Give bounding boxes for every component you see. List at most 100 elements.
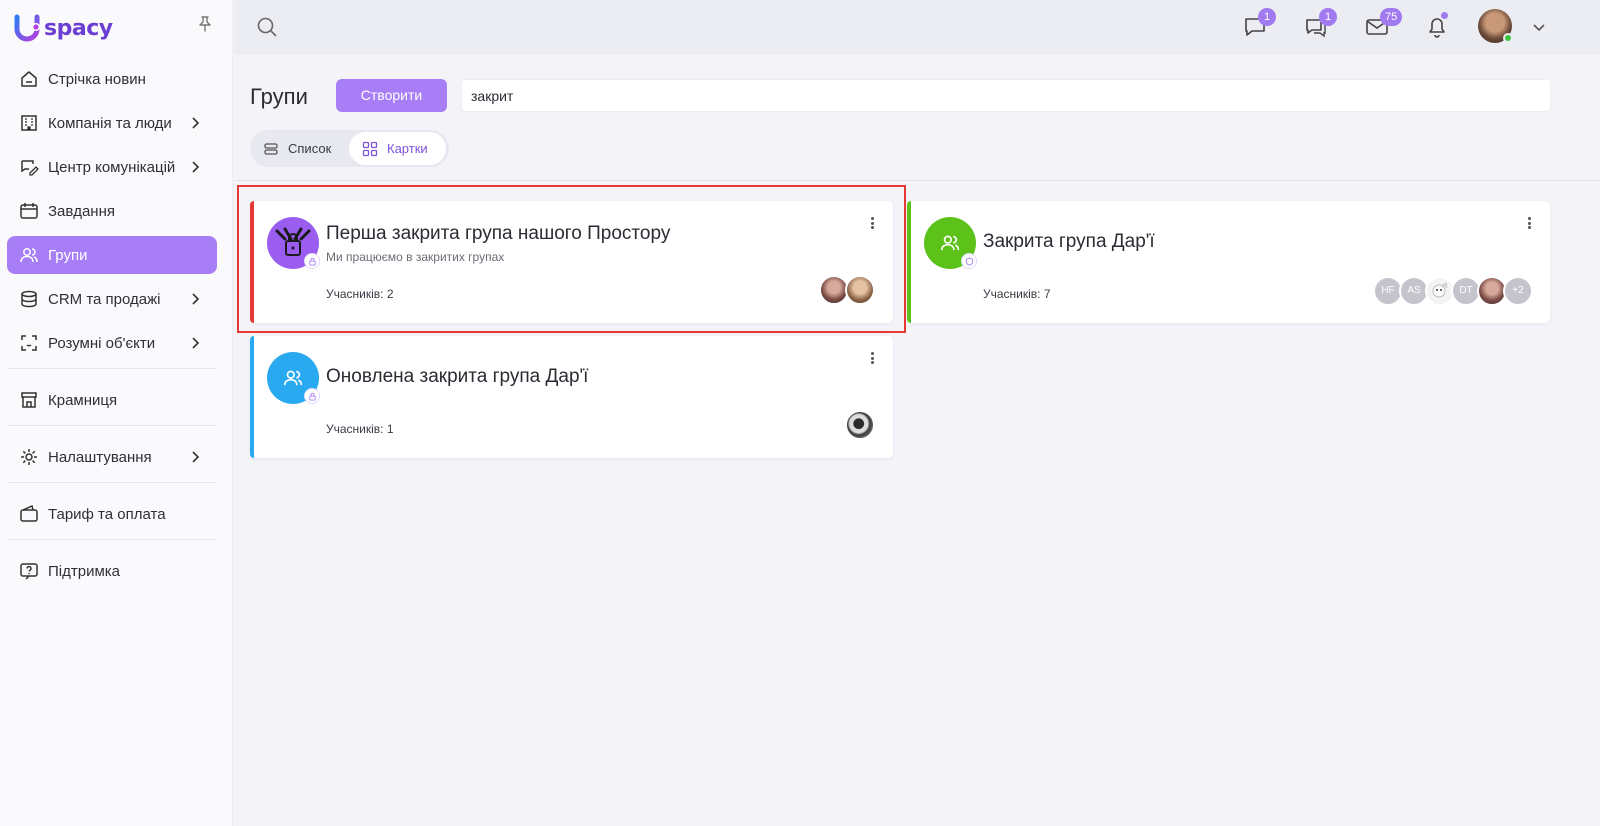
chevron-down-icon[interactable] — [1532, 20, 1546, 34]
view-cards-option[interactable]: Картки — [349, 132, 446, 165]
chevron-right-icon — [192, 161, 200, 173]
user-avatar[interactable] — [1478, 9, 1513, 43]
sidebar-item-label: Компанія та люди — [48, 114, 172, 132]
view-cards-label: Картки — [387, 141, 428, 156]
sidebar-item-label: Тариф та оплата — [48, 505, 166, 523]
logo-text: spacy — [44, 15, 113, 41]
chat-edit-icon — [19, 157, 39, 177]
content-divider — [234, 180, 1600, 181]
users-icon — [19, 245, 39, 265]
users-icon — [940, 235, 960, 251]
view-list-label: Список — [288, 141, 332, 156]
grid-view-icon — [362, 141, 378, 156]
comments-badge: 1 — [1319, 8, 1337, 26]
card-accent-bar — [907, 201, 911, 323]
lock-icon — [308, 257, 316, 266]
create-group-button[interactable]: Створити — [336, 79, 447, 112]
building-icon — [19, 113, 39, 133]
sidebar-item-label: Завдання — [48, 202, 115, 220]
group-card[interactable]: Перша закрита група нашого Простору Ми п… — [250, 201, 893, 323]
group-title[interactable]: Закрита група Дар'ї — [983, 231, 1155, 253]
group-title[interactable]: Перша закрита група нашого Простору — [326, 223, 670, 245]
sidebar-item-company[interactable]: Компанія та люди — [7, 104, 217, 142]
sidebar-item-label: Підтримка — [48, 562, 121, 580]
chevron-right-icon — [192, 117, 200, 129]
more-options-icon[interactable] — [1524, 215, 1534, 231]
store-icon — [19, 390, 39, 410]
wallet-icon — [19, 504, 39, 524]
group-members-count: Учасників: 1 — [326, 422, 394, 436]
sidebar-divider — [9, 368, 215, 369]
more-members-counter[interactable]: +2 — [1503, 276, 1533, 306]
group-search-input[interactable] — [461, 79, 1551, 112]
chat-button[interactable]: 1 — [1242, 8, 1276, 40]
group-card[interactable]: Закрита група Дар'ї Учасників: 7 HF AS D… — [907, 201, 1550, 323]
list-view-icon — [264, 142, 278, 155]
group-title[interactable]: Оновлена закрита група Дар'ї — [326, 366, 588, 388]
users-icon — [283, 370, 303, 386]
app-logo[interactable]: spacy — [14, 12, 113, 44]
chevron-right-icon — [192, 293, 200, 305]
chevron-right-icon — [192, 337, 200, 349]
sidebar-divider — [9, 482, 215, 483]
sidebar-item-smart-objects[interactable]: Розумні об'єкти — [7, 324, 217, 362]
sidebar-nav: Стрічка новин Компанія та люди Центр ком… — [7, 60, 217, 596]
sidebar-item-billing[interactable]: Тариф та оплата — [7, 495, 217, 533]
more-options-icon[interactable] — [867, 350, 877, 366]
group-members-count: Учасників: 7 — [983, 287, 1051, 301]
sidebar-item-communications[interactable]: Центр комунікацій — [7, 148, 217, 186]
sidebar-item-support[interactable]: Підтримка — [7, 552, 217, 590]
sidebar-item-label: Налаштування — [48, 448, 152, 466]
sidebar-item-label: Стрічка новин — [48, 70, 146, 88]
lock-icon — [308, 392, 316, 401]
group-members-count: Учасників: 2 — [326, 287, 394, 301]
chat-badge: 1 — [1258, 8, 1276, 26]
sidebar-item-label: Розумні об'єкти — [48, 334, 156, 352]
sidebar-divider — [9, 425, 215, 426]
database-icon — [19, 289, 39, 309]
pin-icon[interactable] — [196, 15, 214, 33]
sidebar-item-crm[interactable]: CRM та продажі — [7, 280, 217, 318]
sidebar-item-groups[interactable]: Групи — [7, 236, 217, 274]
more-options-icon[interactable] — [867, 215, 877, 231]
top-bar: 1 1 75 — [234, 0, 1600, 55]
sidebar-item-settings[interactable]: Налаштування — [7, 438, 217, 476]
pet-avatar-icon — [1432, 282, 1448, 298]
calendar-icon — [19, 201, 39, 221]
private-badge — [304, 253, 320, 269]
shield-badge — [961, 253, 977, 269]
comments-button[interactable]: 1 — [1303, 8, 1337, 40]
sidebar: spacy Стрічка новин Компанія та люди Цен… — [0, 0, 233, 826]
notification-dot — [1441, 12, 1448, 19]
private-badge — [304, 388, 320, 404]
online-status-dot — [1503, 33, 1513, 43]
chevron-right-icon — [192, 451, 200, 463]
sidebar-item-label: Крамниця — [48, 391, 118, 409]
shield-icon — [965, 256, 973, 266]
search-icon[interactable] — [256, 16, 278, 38]
sidebar-item-store[interactable]: Крамниця — [7, 381, 217, 419]
card-accent-bar — [250, 336, 254, 458]
card-accent-bar — [250, 201, 254, 323]
scan-icon — [19, 333, 39, 353]
view-toggle: Список Картки — [250, 130, 449, 167]
sidebar-item-tasks[interactable]: Завдання — [7, 192, 217, 230]
member-avatar[interactable] — [845, 275, 875, 305]
sidebar-item-label: CRM та продажі — [48, 290, 161, 308]
help-icon — [19, 561, 39, 581]
page-title: Групи — [250, 84, 308, 109]
group-card[interactable]: Оновлена закрита група Дар'ї Учасників: … — [250, 336, 893, 458]
notifications-button[interactable] — [1424, 12, 1450, 40]
sidebar-item-label: Групи — [48, 246, 88, 264]
view-list-option[interactable]: Список — [253, 132, 350, 165]
mail-badge: 75 — [1380, 8, 1403, 26]
home-icon — [19, 69, 39, 89]
sidebar-item-label: Центр комунікацій — [48, 158, 176, 176]
sidebar-divider — [9, 539, 215, 540]
mail-button[interactable]: 75 — [1364, 8, 1403, 40]
member-avatar[interactable] — [845, 410, 875, 440]
group-subtitle: Ми працюємо в закритих групах — [326, 250, 505, 264]
gear-icon — [19, 447, 39, 467]
logo-mark-icon — [14, 14, 40, 42]
sidebar-item-news[interactable]: Стрічка новин — [7, 60, 217, 98]
